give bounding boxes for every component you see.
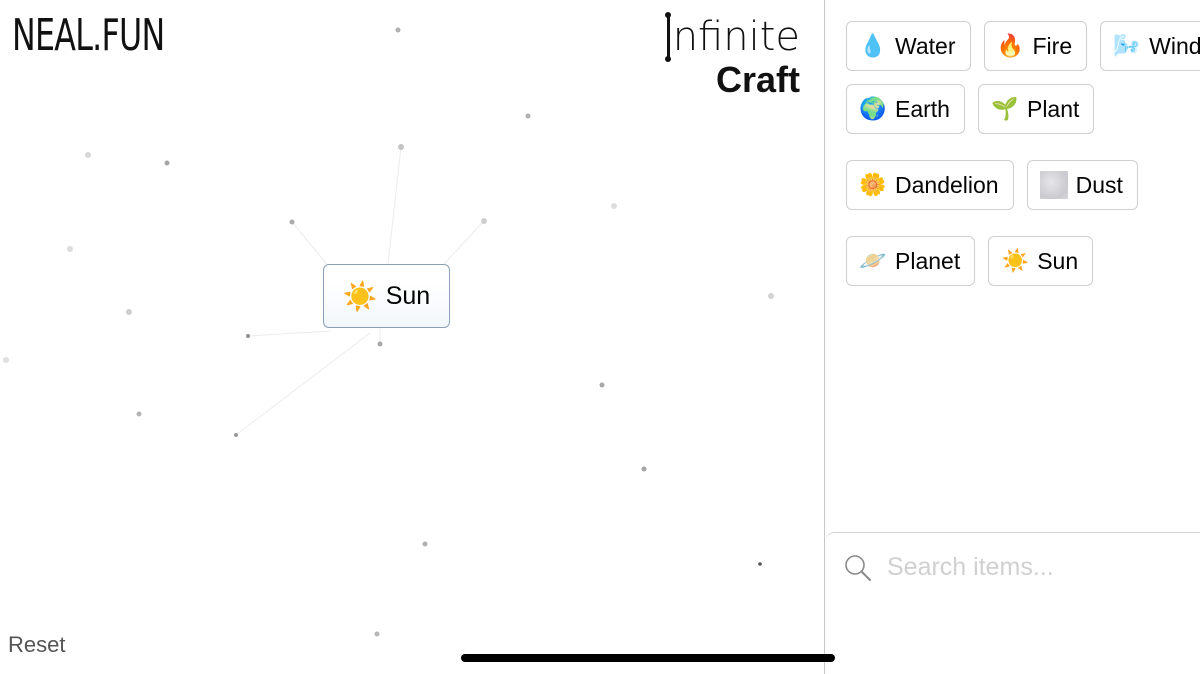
item-label: Wind <box>1149 32 1200 59</box>
particle <box>67 246 73 252</box>
water-drop-icon: 💧 <box>859 33 887 59</box>
app-title: nfinite Craft <box>665 12 800 100</box>
particle-link <box>235 332 371 436</box>
crafting-canvas[interactable]: NEAL.FUN nfinite Craft ☀️ Sun Reset <box>0 0 824 674</box>
flower-icon: 🌼 <box>859 172 887 198</box>
text-cursor-icon <box>665 12 672 62</box>
sun-icon: ☀️ <box>1001 248 1029 274</box>
search-icon <box>845 555 871 581</box>
title-craft: Craft <box>715 59 800 100</box>
particle-link <box>387 146 402 265</box>
particle <box>377 341 383 347</box>
particle <box>234 433 238 437</box>
search-input[interactable] <box>887 547 1187 587</box>
particle <box>164 160 170 166</box>
item-label: Water <box>895 32 956 59</box>
fire-icon: 🔥 <box>996 33 1025 59</box>
item-label: Fire <box>1032 32 1073 59</box>
particle <box>768 293 774 299</box>
particle-link <box>247 330 331 337</box>
particle <box>481 218 487 224</box>
particle <box>85 152 91 158</box>
background-particles <box>3 27 774 637</box>
particle <box>395 27 401 33</box>
particle <box>525 113 531 119</box>
particle <box>126 309 132 315</box>
item-label: Dandelion <box>895 171 999 198</box>
item-label: Dust <box>1075 171 1123 198</box>
item-sun[interactable]: ☀️ Sun <box>988 236 1094 286</box>
item-plant[interactable]: 🌱 Plant <box>977 84 1095 134</box>
ringed-planet-icon: 🪐 <box>859 248 887 274</box>
particle <box>758 562 762 566</box>
item-dandelion[interactable]: 🌼 Dandelion <box>846 160 1014 210</box>
item-list: 💧 Water 🔥 Fire 🌬️ Wind 🌍 Earth 🌱 Plant 🌼… <box>846 21 1200 286</box>
item-label: Planet <box>895 247 961 274</box>
item-dust[interactable]: Dust <box>1026 160 1138 210</box>
title-infinite: nfinite <box>672 14 800 60</box>
item-wind[interactable]: 🌬️ Wind <box>1100 21 1200 71</box>
wind-icon: 🌬️ <box>1113 33 1141 59</box>
earth-globe-icon: 🌍 <box>859 96 887 122</box>
item-label: Plant <box>1026 95 1080 122</box>
dust-cloud-icon <box>1039 171 1068 199</box>
particle-link <box>291 221 331 269</box>
item-fire[interactable]: 🔥 Fire <box>983 21 1088 71</box>
particle <box>136 411 142 417</box>
items-sidebar: 💧 Water 🔥 Fire 🌬️ Wind 🌍 Earth 🌱 Plant 🌼… <box>824 0 1200 674</box>
item-label: Sun <box>1037 247 1079 274</box>
particle <box>374 631 380 637</box>
item-label: Earth <box>895 95 950 122</box>
canvas-item-label: Sun <box>385 281 431 310</box>
particle <box>246 334 250 338</box>
item-earth[interactable]: 🌍 Earth <box>846 84 965 134</box>
particle <box>289 219 295 225</box>
item-water[interactable]: 💧 Water <box>846 21 971 71</box>
particle <box>398 144 404 150</box>
search-bar <box>825 532 1200 674</box>
sun-icon: ☀️ <box>342 279 378 313</box>
canvas-item-sun[interactable]: ☀️ Sun <box>323 264 450 328</box>
particle <box>3 357 9 363</box>
particle <box>641 466 647 472</box>
item-planet[interactable]: 🪐 Planet <box>846 236 976 286</box>
home-indicator[interactable] <box>461 654 835 662</box>
particle <box>422 541 428 547</box>
particle-link <box>443 220 485 265</box>
seedling-icon: 🌱 <box>991 96 1019 122</box>
particle <box>611 203 617 209</box>
neal-fun-logo[interactable]: NEAL.FUN <box>12 14 165 58</box>
reset-button[interactable]: Reset <box>8 632 65 658</box>
particle <box>599 382 605 388</box>
